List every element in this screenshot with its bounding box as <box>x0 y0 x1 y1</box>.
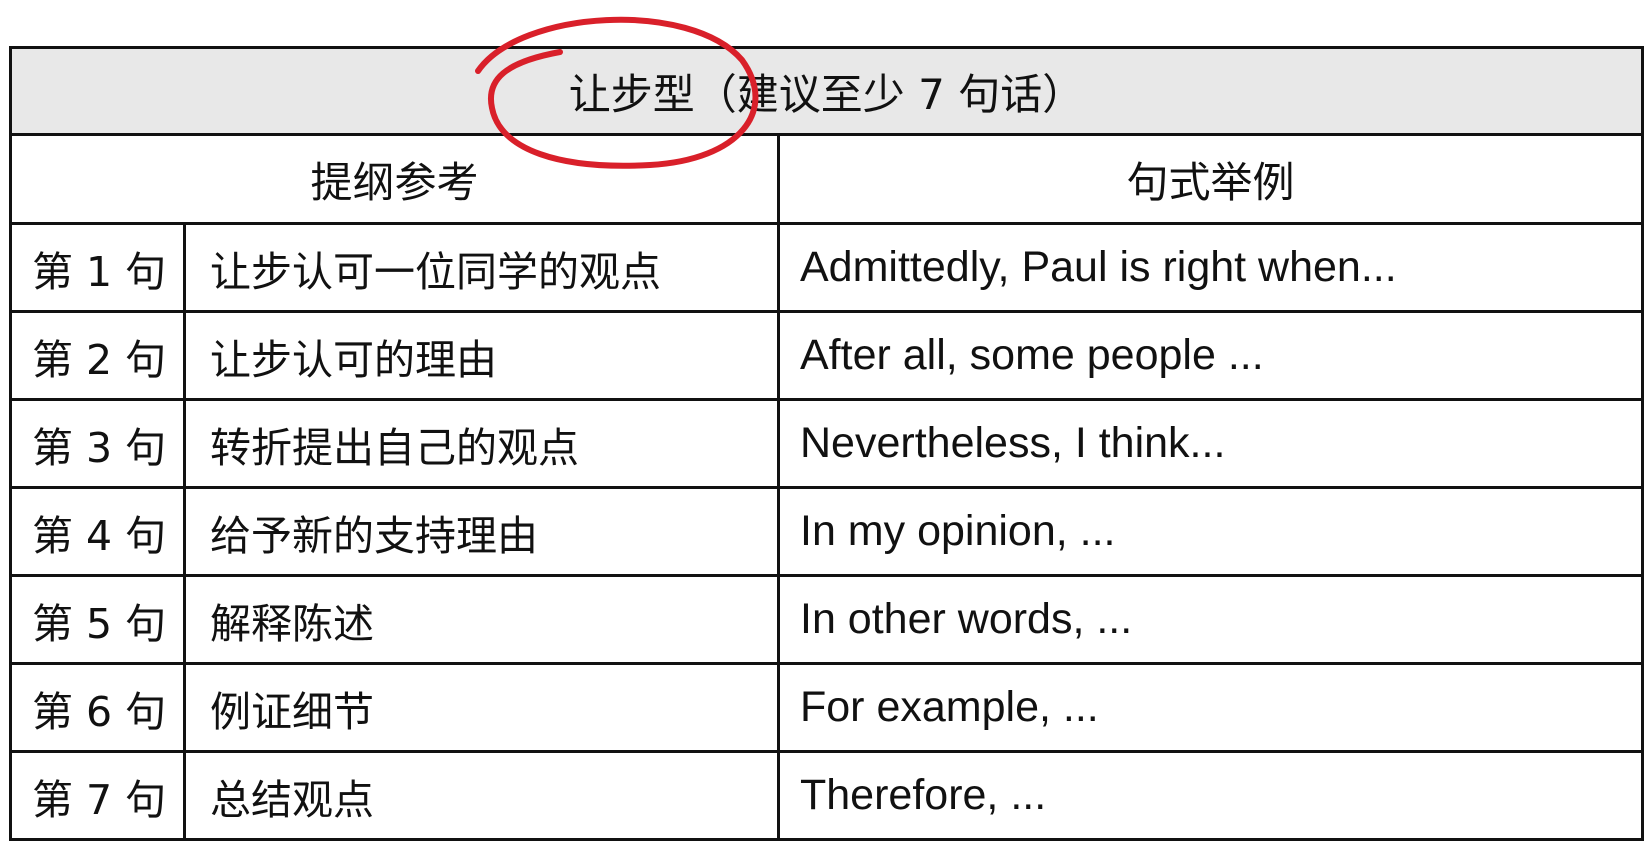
table-row: 第 5 句 解释陈述 In other words, ... <box>9 574 1644 665</box>
outline-cell: 让步认可一位同学的观点 <box>183 222 780 313</box>
example-cell: Therefore, ... <box>777 750 1644 841</box>
table-row: 第 3 句 转折提出自己的观点 Nevertheless, I think... <box>9 398 1644 489</box>
table-row: 第 4 句 给予新的支持理由 In my opinion, ... <box>9 486 1644 577</box>
outline-cell: 让步认可的理由 <box>183 310 780 401</box>
table-title: 让步型（建议至少 7 句话） <box>9 46 1644 136</box>
table-row: 第 6 句 例证细节 For example, ... <box>9 662 1644 753</box>
example-cell: In my opinion, ... <box>777 486 1644 577</box>
sentence-number: 第 5 句 <box>9 574 186 665</box>
sentence-number: 第 7 句 <box>9 750 186 841</box>
outline-table: 让步型（建议至少 7 句话） 提纲参考 句式举例 第 1 句 让步认可一位同学的… <box>9 46 1644 841</box>
example-cell: In other words, ... <box>777 574 1644 665</box>
table-row: 第 7 句 总结观点 Therefore, ... <box>9 750 1644 841</box>
table-row: 第 1 句 让步认可一位同学的观点 Admittedly, Paul is ri… <box>9 222 1644 313</box>
sentence-number: 第 1 句 <box>9 222 186 313</box>
sentence-number: 第 4 句 <box>9 486 186 577</box>
example-cell: Nevertheless, I think... <box>777 398 1644 489</box>
outline-cell: 转折提出自己的观点 <box>183 398 780 489</box>
example-cell: Admittedly, Paul is right when... <box>777 222 1644 313</box>
outline-cell: 解释陈述 <box>183 574 780 665</box>
outline-header: 提纲参考 <box>9 133 780 225</box>
outline-cell: 例证细节 <box>183 662 780 753</box>
header-row: 提纲参考 句式举例 <box>9 133 1644 225</box>
sentence-number: 第 2 句 <box>9 310 186 401</box>
outline-cell: 给予新的支持理由 <box>183 486 780 577</box>
sentence-number: 第 6 句 <box>9 662 186 753</box>
sentence-number: 第 3 句 <box>9 398 186 489</box>
example-cell: After all, some people ... <box>777 310 1644 401</box>
example-cell: For example, ... <box>777 662 1644 753</box>
examples-header: 句式举例 <box>777 133 1644 225</box>
outline-cell: 总结观点 <box>183 750 780 841</box>
table-row: 第 2 句 让步认可的理由 After all, some people ... <box>9 310 1644 401</box>
title-row: 让步型（建议至少 7 句话） <box>9 46 1644 136</box>
